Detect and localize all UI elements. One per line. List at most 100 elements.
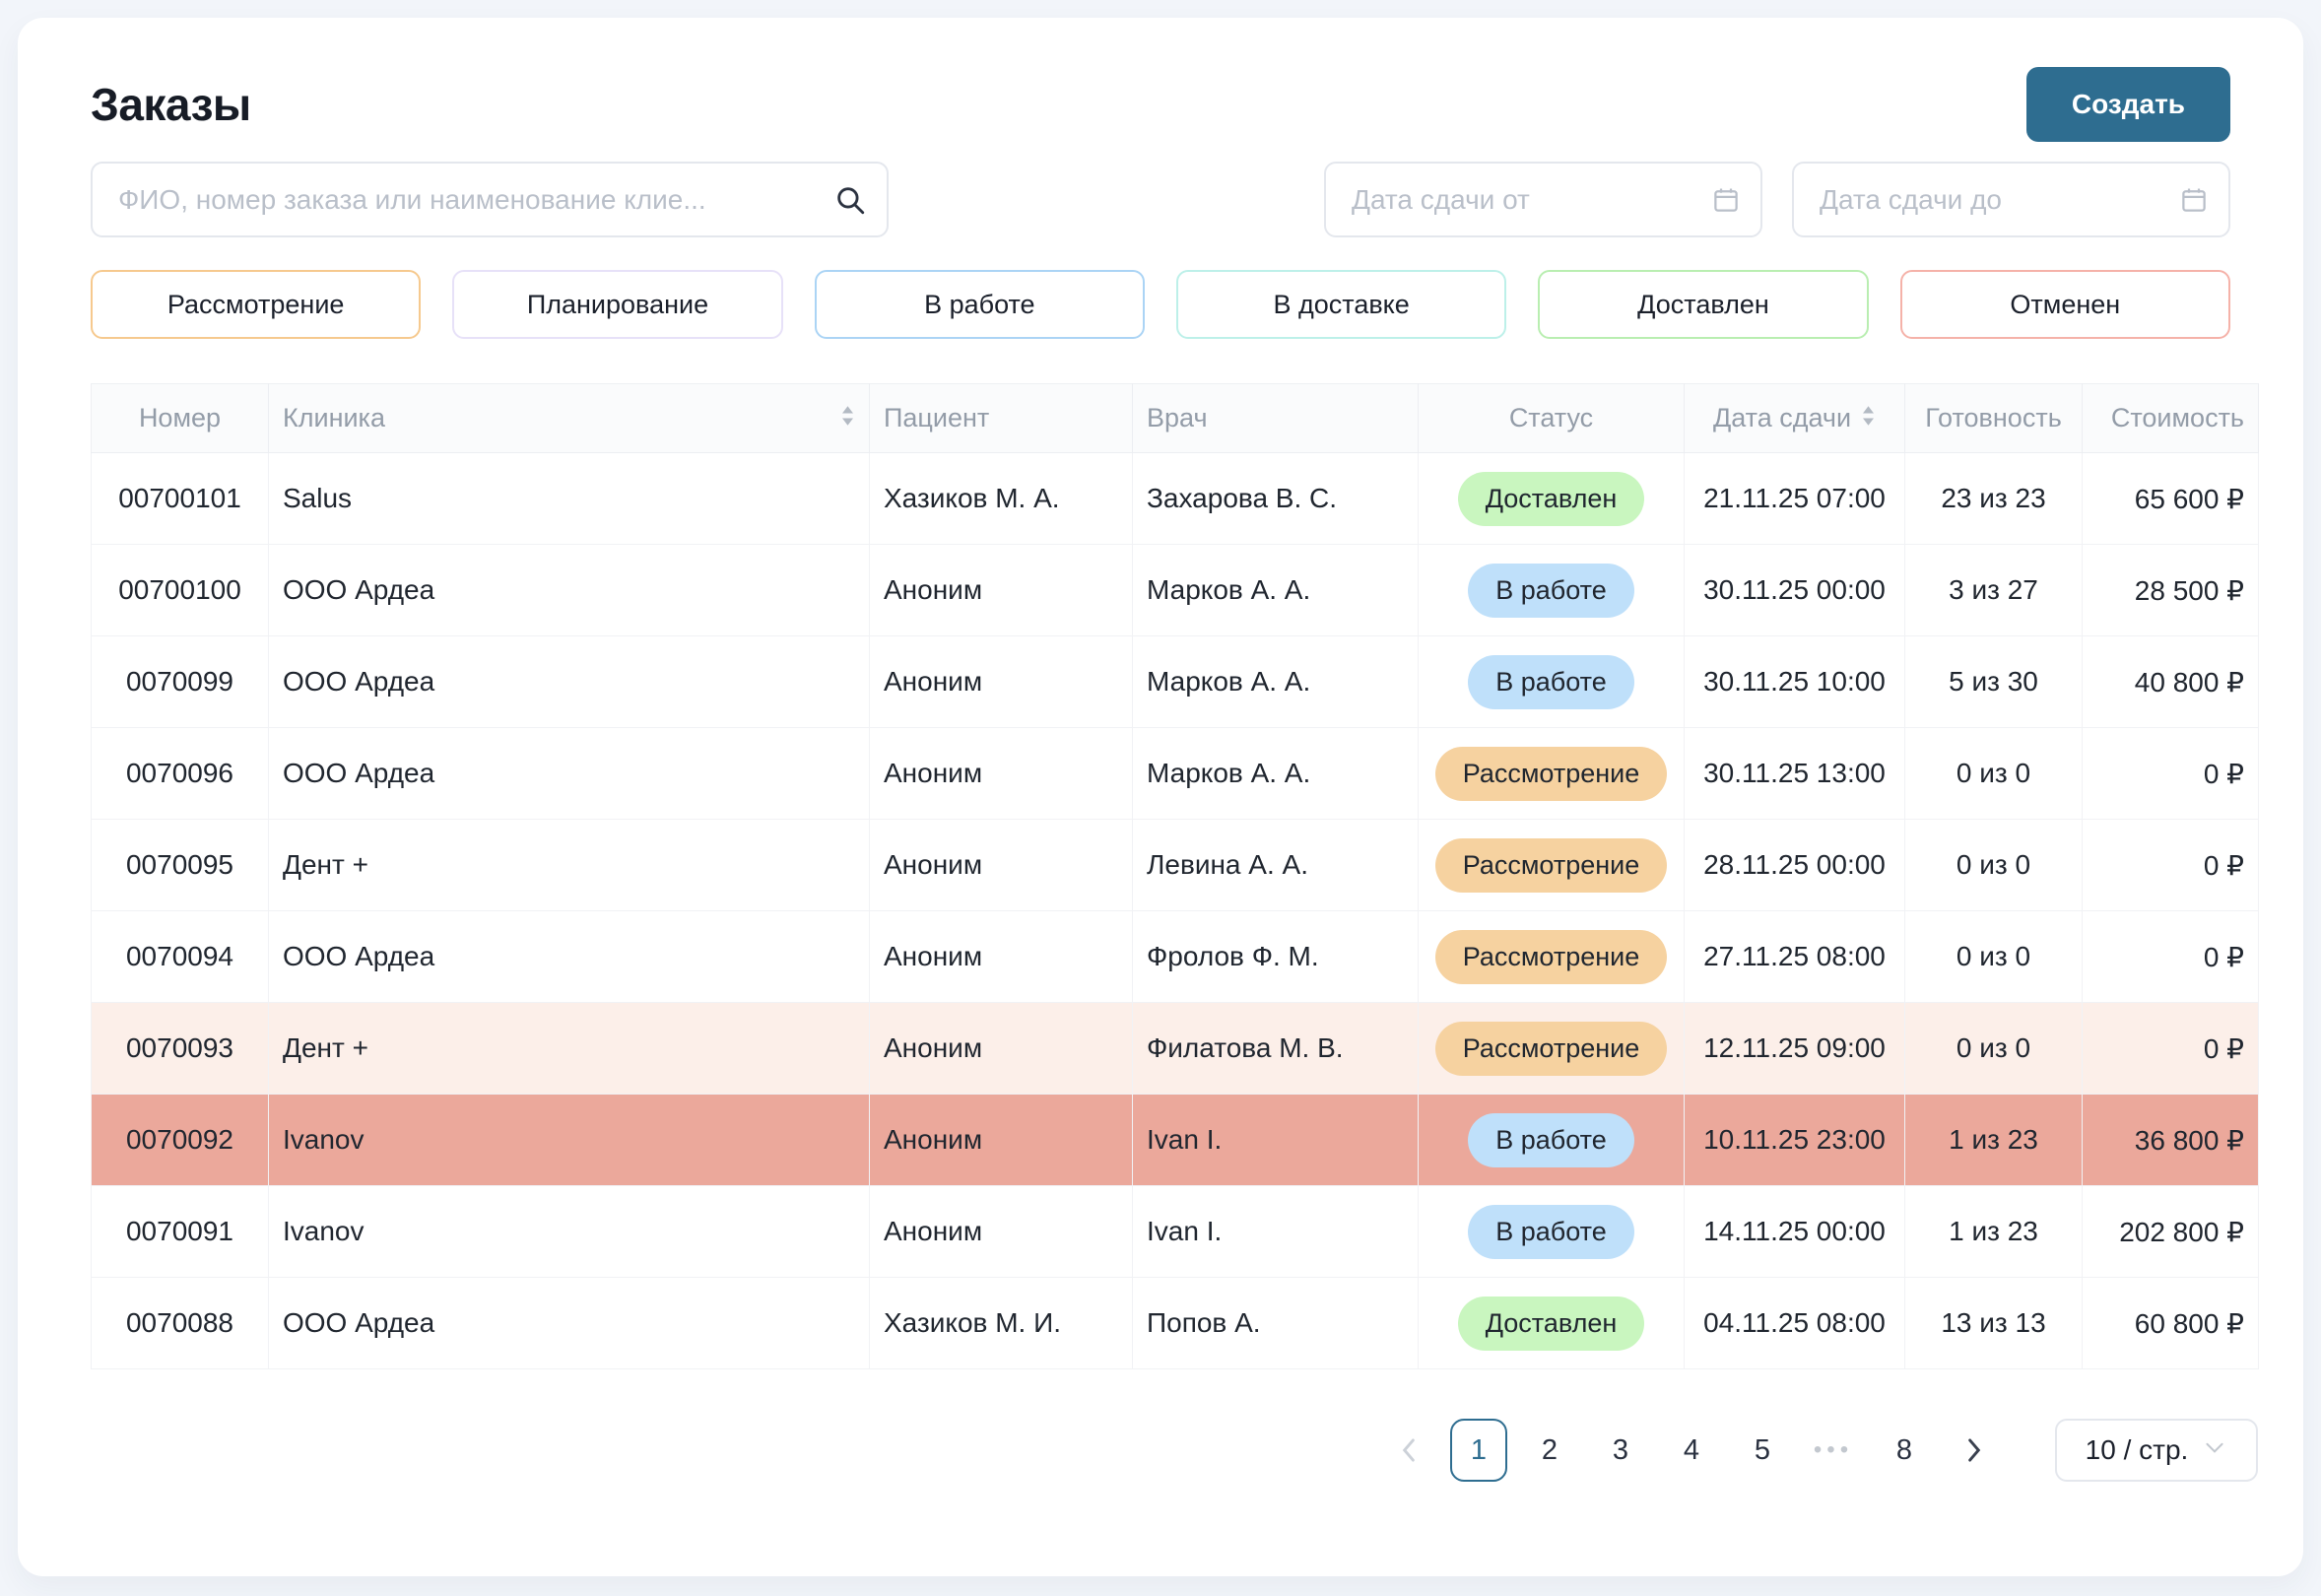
create-order-button[interactable]: Создать xyxy=(2026,67,2230,142)
cell-patient: Аноним xyxy=(870,636,1133,728)
status-badge: В работе xyxy=(1468,1113,1634,1167)
cell-cost: 0 ₽ xyxy=(2083,820,2259,911)
cell-due-date: 27.11.25 08:00 xyxy=(1685,911,1905,1003)
table-row[interactable]: 0070092 Ivanov Аноним Ivan I. В работе 1… xyxy=(92,1095,2259,1186)
cell-patient: Аноним xyxy=(870,1186,1133,1278)
cell-status: В работе xyxy=(1419,545,1685,636)
pagination-page-button[interactable]: 2 xyxy=(1521,1419,1578,1482)
pagination-page-button[interactable]: 1 xyxy=(1450,1419,1507,1482)
filter-bar xyxy=(91,162,2230,237)
cell-readiness: 0 из 0 xyxy=(1905,820,2083,911)
pagination-page-button[interactable]: 5 xyxy=(1734,1419,1791,1482)
cell-readiness: 0 из 0 xyxy=(1905,728,2083,820)
sort-icon[interactable] xyxy=(1861,403,1876,433)
table-row[interactable]: 0070093 Дент + Аноним Филатова М. В. Рас… xyxy=(92,1003,2259,1095)
table-row[interactable]: 0070095 Дент + Аноним Левина А. А. Рассм… xyxy=(92,820,2259,911)
cell-status: Рассмотрение xyxy=(1419,820,1685,911)
cell-due-date: 30.11.25 00:00 xyxy=(1685,545,1905,636)
cell-cost: 36 800 ₽ xyxy=(2083,1095,2259,1186)
status-filter-chip[interactable]: Рассмотрение xyxy=(91,270,421,339)
cell-clinic: Salus xyxy=(269,453,870,545)
column-header-readiness: Готовность xyxy=(1905,384,2083,453)
pagination-next-button[interactable] xyxy=(1947,1419,2002,1482)
cell-patient: Аноним xyxy=(870,1003,1133,1095)
page-size-select[interactable]: 10 / стр. xyxy=(2055,1419,2258,1482)
status-filter-chip[interactable]: Доставлен xyxy=(1538,270,1868,339)
status-badge: Рассмотрение xyxy=(1435,838,1668,893)
pagination-page-button[interactable]: 3 xyxy=(1592,1419,1649,1482)
cell-readiness: 3 из 27 xyxy=(1905,545,2083,636)
page-header: Заказы Создать xyxy=(91,57,2230,152)
cell-status: В работе xyxy=(1419,1095,1685,1186)
status-badge: В работе xyxy=(1468,564,1634,618)
cell-due-date: 10.11.25 23:00 xyxy=(1685,1095,1905,1186)
pagination-pages: 12345•••8 xyxy=(1450,1419,1933,1482)
cell-cost: 60 800 ₽ xyxy=(2083,1278,2259,1369)
status-badge: В работе xyxy=(1468,1205,1634,1259)
cell-number: 0070093 xyxy=(92,1003,269,1095)
cell-number: 0070088 xyxy=(92,1278,269,1369)
cell-number: 0070094 xyxy=(92,911,269,1003)
table-row[interactable]: 0070088 ООО Ардеа Хазиков М. И. Попов А.… xyxy=(92,1278,2259,1369)
status-filter-chip[interactable]: Отменен xyxy=(1900,270,2230,339)
cell-patient: Аноним xyxy=(870,728,1133,820)
table-row[interactable]: 0070094 ООО Ардеа Аноним Фролов Ф. М. Ра… xyxy=(92,911,2259,1003)
status-filter-chip[interactable]: В доставке xyxy=(1176,270,1506,339)
cell-patient: Аноним xyxy=(870,911,1133,1003)
cell-clinic: ООО Ардеа xyxy=(269,1278,870,1369)
column-header-patient: Пациент xyxy=(870,384,1133,453)
cell-doctor: Марков А. А. xyxy=(1133,545,1419,636)
status-badge: Рассмотрение xyxy=(1435,1022,1668,1076)
column-header-due-date[interactable]: Дата сдачи xyxy=(1685,384,1905,453)
table-body: 00700101 Salus Хазиков М. А. Захарова В.… xyxy=(92,453,2259,1369)
chevron-down-icon xyxy=(2202,1434,2227,1467)
table-row[interactable]: 0070099 ООО Ардеа Аноним Марков А. А. В … xyxy=(92,636,2259,728)
cell-clinic: Дент + xyxy=(269,820,870,911)
calendar-icon xyxy=(1711,185,1741,215)
cell-number: 0070095 xyxy=(92,820,269,911)
pagination-page-button[interactable]: 8 xyxy=(1876,1419,1933,1482)
column-header-doctor: Врач xyxy=(1133,384,1419,453)
status-filter-chip[interactable]: Планирование xyxy=(452,270,782,339)
search-input[interactable] xyxy=(91,162,889,237)
status-filter-chip[interactable]: В работе xyxy=(815,270,1145,339)
pagination-prev-button[interactable] xyxy=(1381,1419,1436,1482)
cell-due-date: 28.11.25 00:00 xyxy=(1685,820,1905,911)
cell-number: 0070092 xyxy=(92,1095,269,1186)
cell-status: Рассмотрение xyxy=(1419,728,1685,820)
column-header-status: Статус xyxy=(1419,384,1685,453)
cell-readiness: 1 из 23 xyxy=(1905,1186,2083,1278)
date-to-input[interactable] xyxy=(1792,162,2230,237)
cell-clinic: ООО Ардеа xyxy=(269,545,870,636)
cell-cost: 202 800 ₽ xyxy=(2083,1186,2259,1278)
cell-number: 0070091 xyxy=(92,1186,269,1278)
status-badge: В работе xyxy=(1468,655,1634,709)
cell-status: Рассмотрение xyxy=(1419,1003,1685,1095)
status-badge: Доставлен xyxy=(1458,472,1645,526)
column-header-number: Номер xyxy=(92,384,269,453)
cell-due-date: 30.11.25 13:00 xyxy=(1685,728,1905,820)
cell-due-date: 30.11.25 10:00 xyxy=(1685,636,1905,728)
page-title: Заказы xyxy=(91,78,251,131)
table-row[interactable]: 00700101 Salus Хазиков М. А. Захарова В.… xyxy=(92,453,2259,545)
cell-number: 00700100 xyxy=(92,545,269,636)
cell-doctor: Марков А. А. xyxy=(1133,636,1419,728)
cell-doctor: Попов А. xyxy=(1133,1278,1419,1369)
column-header-cost: Стоимость xyxy=(2083,384,2259,453)
pagination: 12345•••8 10 / стр. xyxy=(91,1419,2258,1482)
table-row[interactable]: 0070091 Ivanov Аноним Ivan I. В работе 1… xyxy=(92,1186,2259,1278)
cell-cost: 0 ₽ xyxy=(2083,728,2259,820)
date-from-input[interactable] xyxy=(1324,162,1762,237)
cell-readiness: 0 из 0 xyxy=(1905,911,2083,1003)
cell-cost: 0 ₽ xyxy=(2083,911,2259,1003)
column-header-clinic[interactable]: Клиника xyxy=(269,384,870,453)
cell-due-date: 04.11.25 08:00 xyxy=(1685,1278,1905,1369)
orders-table: Номер Клиника Пациент Врач Статус Дата с… xyxy=(91,383,2259,1369)
table-row[interactable]: 00700100 ООО Ардеа Аноним Марков А. А. В… xyxy=(92,545,2259,636)
sort-icon[interactable] xyxy=(840,403,855,433)
pagination-page-button[interactable]: 4 xyxy=(1663,1419,1720,1482)
cell-doctor: Фролов Ф. М. xyxy=(1133,911,1419,1003)
table-row[interactable]: 0070096 ООО Ардеа Аноним Марков А. А. Ра… xyxy=(92,728,2259,820)
status-badge: Доставлен xyxy=(1458,1297,1645,1351)
cell-status: Рассмотрение xyxy=(1419,911,1685,1003)
